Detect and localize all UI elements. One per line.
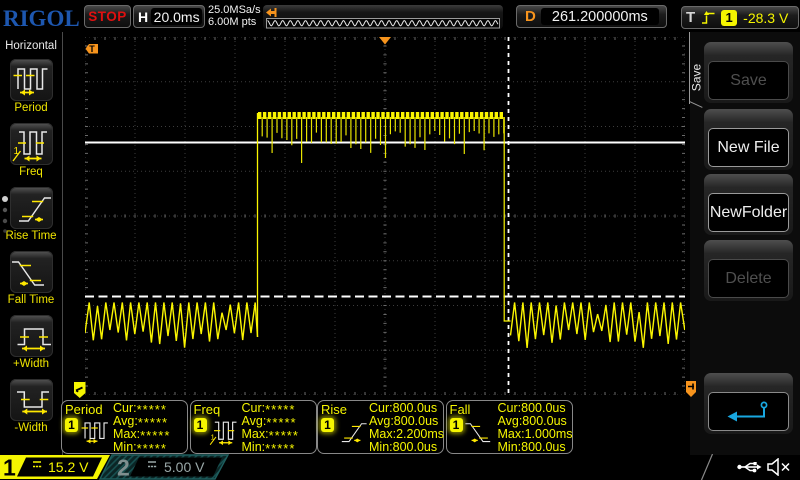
svg-text:1: 1 <box>3 455 16 480</box>
svg-text:5.00 V: 5.00 V <box>164 459 205 475</box>
svg-text:15.2 V: 15.2 V <box>48 459 89 475</box>
svg-text:2: 2 <box>117 455 130 480</box>
svg-text:T: T <box>89 44 95 54</box>
